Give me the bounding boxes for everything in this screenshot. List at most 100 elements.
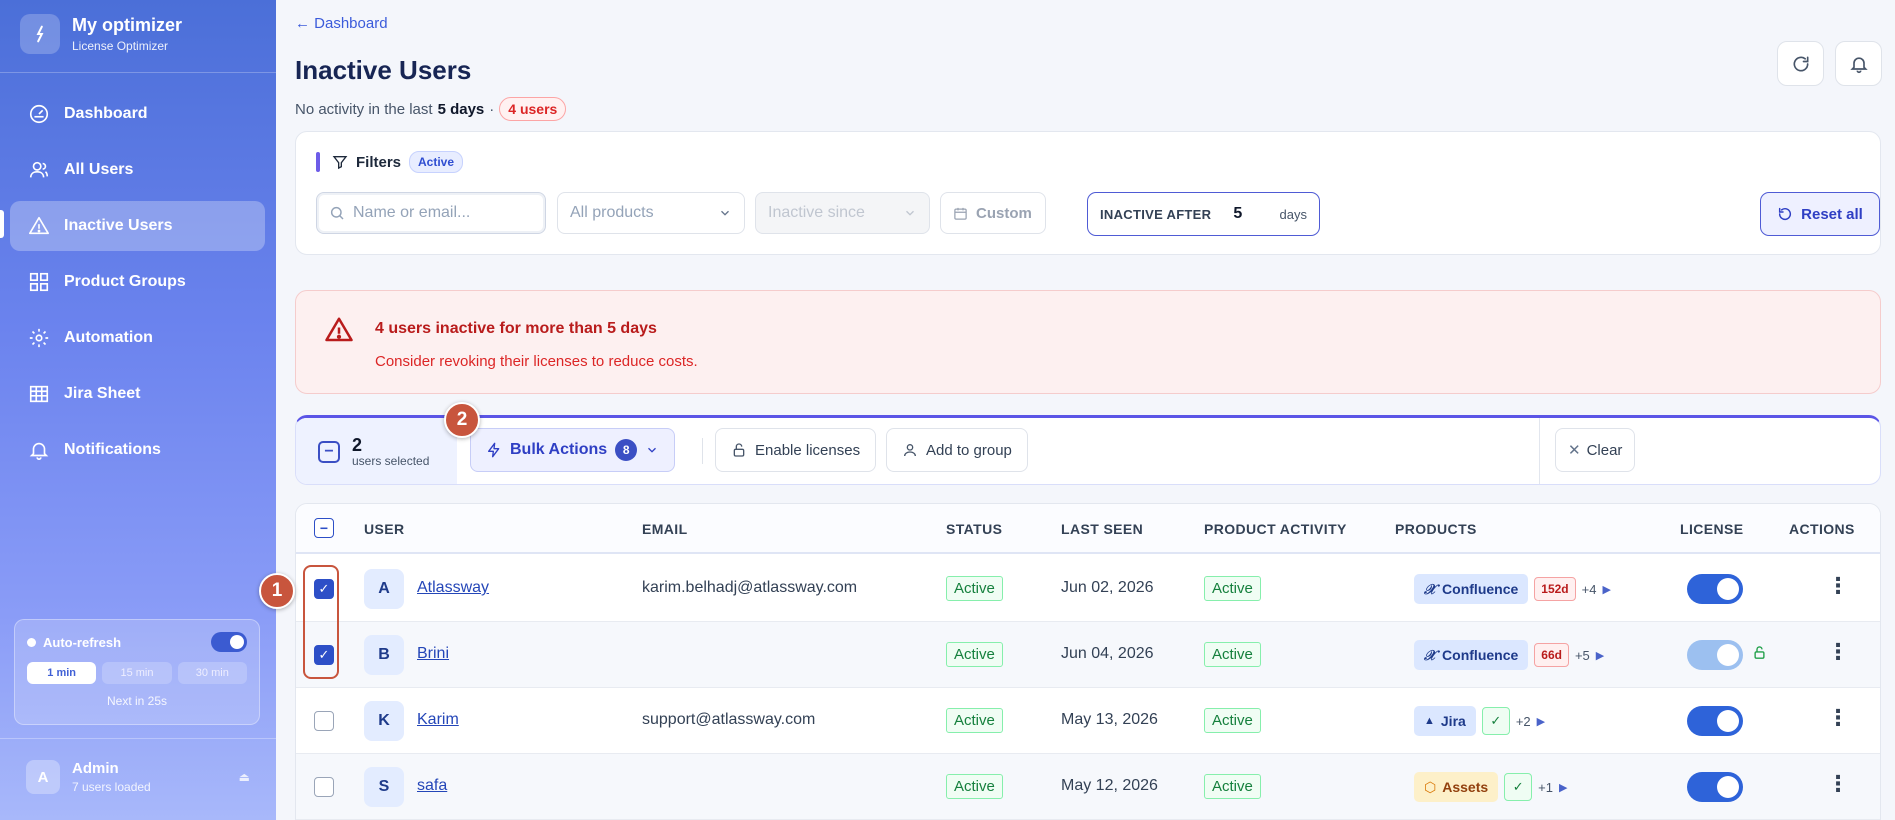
more-actions-icon[interactable]: ⋮ (1827, 573, 1849, 599)
user-name-link[interactable]: safa (417, 777, 447, 795)
active-nav-marker (0, 210, 4, 238)
expand-icon[interactable]: ▶ (1537, 715, 1545, 728)
notifications-button[interactable] (1835, 41, 1882, 86)
table-row[interactable]: K Karim support@atlassway.com Active May… (296, 688, 1880, 754)
product-chip[interactable]: ⬡ Assets (1414, 772, 1499, 802)
products-cell: 𝒳 Confluence 152d +4 ▶ (1414, 574, 1611, 604)
product-chip[interactable]: 𝒳 Confluence (1414, 574, 1529, 604)
column-last-seen[interactable]: LAST SEEN (1061, 521, 1143, 537)
bulk-actions-button[interactable]: Bulk Actions 8 (470, 428, 676, 472)
sidebar-item-product-groups[interactable]: Product Groups (10, 257, 265, 307)
lightning-icon (488, 442, 500, 458)
sidebar-item-notifications[interactable]: Notifications (10, 425, 265, 475)
product-chip[interactable]: 𝒳 Confluence (1414, 640, 1529, 670)
inactive-days-badge: 152d (1534, 577, 1576, 601)
admin-profile[interactable]: A Admin 7 users loaded ⏏ (26, 760, 250, 794)
back-link[interactable]: ← Dashboard (295, 15, 388, 32)
products-cell: ▲ Jira ✓ +2 ▶ (1414, 706, 1545, 736)
license-toggle[interactable] (1687, 640, 1743, 670)
sidebar-item-all-users[interactable]: All Users (10, 145, 265, 195)
activity-badge: Active (1204, 576, 1261, 601)
more-actions-icon[interactable]: ⋮ (1827, 639, 1849, 665)
expand-icon[interactable]: ▶ (1602, 583, 1610, 596)
sidebar-item-inactive-users[interactable]: Inactive Users (10, 201, 265, 251)
chevron-down-icon (721, 210, 729, 216)
table-row[interactable]: ✓ A Atlassway karim.belhadj@atlassway.co… (296, 556, 1880, 622)
unlock-icon (733, 443, 745, 457)
sidebar: My optimizer License Optimizer Dashboard… (0, 0, 276, 820)
sidebar-item-dashboard[interactable]: Dashboard (10, 89, 265, 139)
status-badge: Active (946, 774, 1003, 799)
active-check-badge: ✓ (1504, 773, 1533, 801)
table-row[interactable]: ✓ B Brini Active Jun 04, 2026 Active 𝒳 Co… (296, 622, 1880, 688)
jira-icon: ▲ (1424, 715, 1435, 727)
license-toggle[interactable] (1687, 706, 1743, 736)
avatar: B (364, 635, 404, 675)
column-license[interactable]: LICENSE (1680, 521, 1743, 537)
refresh-option-15min[interactable]: 15 min (102, 662, 172, 684)
auto-refresh-toggle[interactable] (211, 632, 247, 652)
refresh-option-1min[interactable]: 1 min (27, 662, 97, 684)
filter-icon (332, 156, 348, 170)
products-select[interactable]: All products (557, 192, 745, 234)
expand-icon[interactable]: ▶ (1559, 781, 1567, 794)
table-row[interactable]: S safa Active May 12, 2026 Active ⬡ Asset… (296, 754, 1880, 820)
page-subtitle: No activity in the last 5 days · 4 users (295, 97, 567, 121)
sidebar-item-jira-sheet[interactable]: Jira Sheet (10, 369, 265, 419)
column-actions[interactable]: ACTIONS (1789, 521, 1855, 537)
product-name: Jira (1440, 713, 1466, 729)
user-name-link[interactable]: Brini (417, 645, 449, 663)
selected-count: 2 (352, 434, 363, 455)
select-all-checkbox[interactable]: − (314, 518, 334, 538)
row-checkbox[interactable] (314, 711, 334, 731)
add-to-group-button[interactable]: Add to group (886, 428, 1028, 472)
column-email[interactable]: EMAIL (642, 521, 688, 537)
license-toggle[interactable] (1687, 772, 1743, 802)
custom-date-button[interactable]: Custom (940, 192, 1046, 234)
enable-licenses-label: Enable licenses (755, 441, 861, 459)
activity-badge: Active (1204, 774, 1261, 799)
clear-selection-button[interactable]: ✕ Clear (1555, 428, 1636, 472)
deselect-all-checkbox[interactable]: − (318, 440, 340, 463)
user-name-link[interactable]: Karim (417, 711, 459, 729)
row-checkbox[interactable] (314, 777, 334, 797)
reset-all-label: Reset all (1801, 205, 1863, 223)
sidebar-item-label: Dashboard (64, 105, 148, 122)
reset-all-button[interactable]: Reset all (1760, 192, 1880, 236)
admin-name: Admin (72, 760, 119, 777)
product-chip[interactable]: ▲ Jira (1414, 706, 1476, 736)
confluence-icon: 𝒳 (1424, 646, 1437, 663)
inactive-after-field[interactable]: INACTIVE AFTER 5 days (1087, 192, 1320, 236)
inactive-since-select[interactable]: Inactive since (755, 192, 930, 234)
more-actions-icon[interactable]: ⋮ (1827, 771, 1849, 797)
active-check-badge: ✓ (1481, 707, 1510, 735)
search-input[interactable] (353, 204, 533, 222)
sidebar-item-automation[interactable]: Automation (10, 313, 265, 363)
step-marker-1: 1 (259, 573, 295, 609)
sidebar-nav: Dashboard All Users Inactive Users Produ… (10, 89, 265, 481)
column-product-activity[interactable]: PRODUCT ACTIVITY (1204, 521, 1347, 537)
enable-licenses-button[interactable]: Enable licenses (715, 428, 877, 472)
sidebar-item-label: Automation (64, 329, 153, 346)
more-products: +4 (1581, 581, 1597, 597)
refresh-option-30min[interactable]: 30 min (177, 662, 247, 684)
brand[interactable]: My optimizer License Optimizer (20, 14, 182, 54)
column-status[interactable]: STATUS (946, 521, 1002, 537)
inactive-after-label: INACTIVE AFTER (1100, 206, 1212, 222)
last-seen: May 13, 2026 (1061, 711, 1158, 728)
divider (702, 438, 703, 464)
search-field[interactable] (316, 192, 546, 234)
refresh-button[interactable] (1777, 41, 1824, 86)
expand-icon[interactable]: ▶ (1596, 649, 1604, 662)
license-toggle[interactable] (1687, 574, 1743, 604)
clear-label: Clear (1586, 441, 1623, 459)
bell-icon (1849, 56, 1868, 73)
column-user[interactable]: USER (364, 521, 405, 537)
status-badge: Active (946, 576, 1003, 601)
more-actions-icon[interactable]: ⋮ (1827, 705, 1849, 731)
alert-subtitle: Consider revoking their licenses to redu… (375, 353, 698, 370)
column-products[interactable]: PRODUCTS (1395, 521, 1477, 537)
inactive-after-value[interactable]: 5 (1233, 205, 1242, 223)
eject-icon[interactable]: ⏏ (239, 770, 250, 784)
user-name-link[interactable]: Atlassway (417, 579, 489, 597)
